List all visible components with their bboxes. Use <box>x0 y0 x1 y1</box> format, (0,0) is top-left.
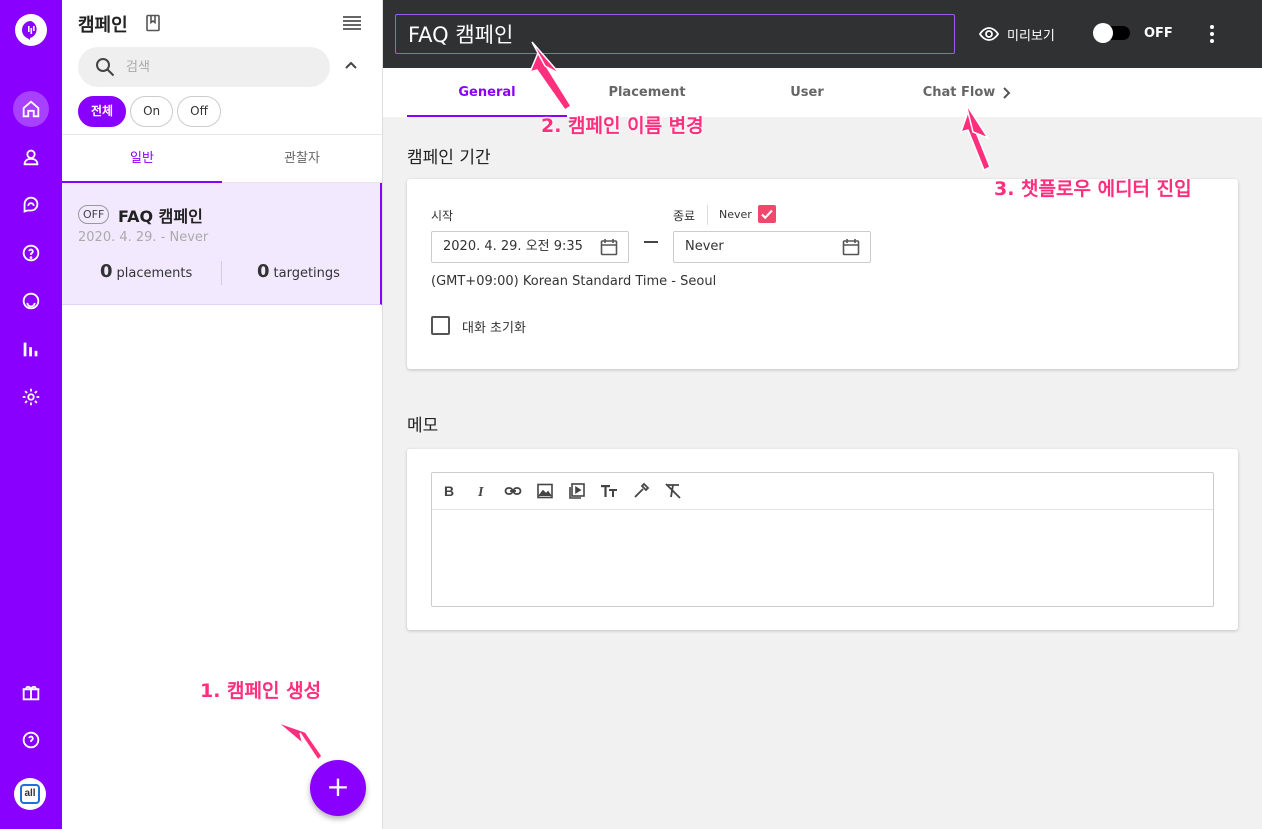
tab-placement[interactable]: Placement <box>567 68 727 117</box>
targetings-label: targetings <box>273 266 340 281</box>
campaign-title-input[interactable] <box>395 14 955 54</box>
settings-icon[interactable] <box>13 379 49 415</box>
preview-label: 미리보기 <box>1007 28 1055 44</box>
date-range-dash <box>644 241 658 243</box>
timezone-text: (GMT+09:00) Korean Standard Time - Seoul <box>431 274 717 289</box>
avatar[interactable]: all <box>14 778 46 810</box>
search-box <box>78 47 330 87</box>
italic-icon[interactable]: I <box>472 482 490 500</box>
campaign-header: 미리보기 OFF <box>383 0 1262 68</box>
link-icon[interactable] <box>504 482 522 500</box>
end-divider <box>707 205 708 225</box>
campaign-date: 2020. 4. 29. - Never <box>78 230 209 245</box>
chevron-up-icon[interactable] <box>344 58 358 72</box>
color-picker-icon[interactable] <box>632 482 650 500</box>
tab-general[interactable]: 일반 <box>62 135 222 183</box>
targetings-count: 0 <box>257 261 270 282</box>
image-icon[interactable] <box>536 482 554 500</box>
reset-conversation-checkbox[interactable] <box>431 316 450 335</box>
placements-label: placements <box>116 266 193 281</box>
end-date-field[interactable]: Never <box>673 231 871 263</box>
period-section-title: 캠페인 기간 <box>407 148 491 168</box>
start-label: 시작 <box>431 209 454 223</box>
search-icon <box>96 58 115 77</box>
editor-toolbar: B I <box>432 473 1213 510</box>
left-rail: all <box>0 0 62 829</box>
panel-title: 캠페인 <box>78 15 128 36</box>
tab-chat-flow-label: Chat Flow <box>922 85 996 100</box>
never-checkbox[interactable] <box>758 205 776 223</box>
help-icon[interactable] <box>13 722 49 758</box>
targetings-stat: 0 targetings <box>257 261 340 282</box>
channel-logo-icon[interactable] <box>15 14 47 46</box>
home-icon[interactable] <box>13 91 49 127</box>
video-icon[interactable] <box>568 482 586 500</box>
memo-editor[interactable]: B I <box>431 472 1214 607</box>
text-size-icon[interactable] <box>600 482 618 500</box>
annotation-create-campaign: 1. 캠페인 생성 <box>200 680 322 702</box>
reset-conversation-label: 대화 초기화 <box>462 321 526 336</box>
campaign-toggle[interactable] <box>1093 23 1130 43</box>
guide-book-icon[interactable] <box>145 14 161 32</box>
tab-general-settings[interactable]: General <box>407 68 567 117</box>
search-input[interactable] <box>126 55 316 79</box>
filter-off-chip[interactable]: Off <box>177 96 221 127</box>
tab-observer[interactable]: 관찰자 <box>222 135 382 183</box>
status-badge: OFF <box>78 205 110 224</box>
placements-stat: 0 placements <box>100 261 192 282</box>
analytics-icon[interactable] <box>13 331 49 367</box>
gift-icon[interactable] <box>13 674 49 710</box>
toggle-label: OFF <box>1144 26 1173 41</box>
period-card: 시작 2020. 4. 29. 오전 9:35 종료 Never Never (… <box>407 179 1238 369</box>
toggle-knob <box>1093 23 1113 43</box>
eye-icon <box>979 27 999 41</box>
tab-chat-flow[interactable]: Chat Flow <box>887 68 1047 117</box>
bold-icon[interactable]: B <box>440 482 458 500</box>
placements-count: 0 <box>100 261 113 282</box>
start-date-value: 2020. 4. 29. 오전 9:35 <box>443 239 583 254</box>
campaign-list-panel: 캠페인 전체 On Off 일반 관찰자 OFF FAQ 캠페인 2020. 4… <box>62 0 383 829</box>
never-label: Never <box>719 208 752 221</box>
filter-all-chip[interactable]: 전체 <box>78 96 127 127</box>
more-options-icon[interactable] <box>1209 24 1215 44</box>
list-menu-icon[interactable] <box>343 16 361 30</box>
stat-divider <box>221 261 222 285</box>
check-icon <box>761 209 773 220</box>
end-label: 종료 <box>673 209 696 223</box>
memo-card: B I <box>407 449 1238 630</box>
calendar-icon <box>600 239 618 256</box>
search-chat-icon[interactable] <box>13 283 49 319</box>
annotation-open-chat-flow: 3. 챗플로우 에디터 진입 <box>994 178 1192 200</box>
add-campaign-button[interactable]: + <box>310 760 366 816</box>
svg-text:B: B <box>444 483 454 499</box>
user-icon[interactable] <box>13 139 49 175</box>
end-date-value: Never <box>685 239 724 254</box>
preview-button[interactable]: 미리보기 <box>979 24 1055 44</box>
chevron-right-icon <box>1003 86 1011 99</box>
campaign-name: FAQ 캠페인 <box>118 207 203 226</box>
faq-icon[interactable] <box>13 235 49 271</box>
campaign-tabs: General Placement User Chat Flow <box>383 68 1262 117</box>
clear-format-icon[interactable] <box>664 482 682 500</box>
annotation-rename-campaign: 2. 캠페인 이름 변경 <box>541 115 704 137</box>
campaign-list-item[interactable]: OFF FAQ 캠페인 2020. 4. 29. - Never 0 placem… <box>62 183 382 305</box>
chat-bubble-icon[interactable] <box>13 187 49 223</box>
start-date-field[interactable]: 2020. 4. 29. 오전 9:35 <box>431 231 629 263</box>
tab-user[interactable]: User <box>727 68 887 117</box>
status-filter: 전체 On Off <box>78 96 221 127</box>
svg-text:I: I <box>477 485 484 500</box>
avatar-text: all <box>20 784 40 804</box>
filter-on-chip[interactable]: On <box>130 96 174 127</box>
panel-tabs: 일반 관찰자 <box>62 134 382 183</box>
memo-section-title: 메모 <box>407 416 439 436</box>
calendar-icon <box>842 239 860 256</box>
